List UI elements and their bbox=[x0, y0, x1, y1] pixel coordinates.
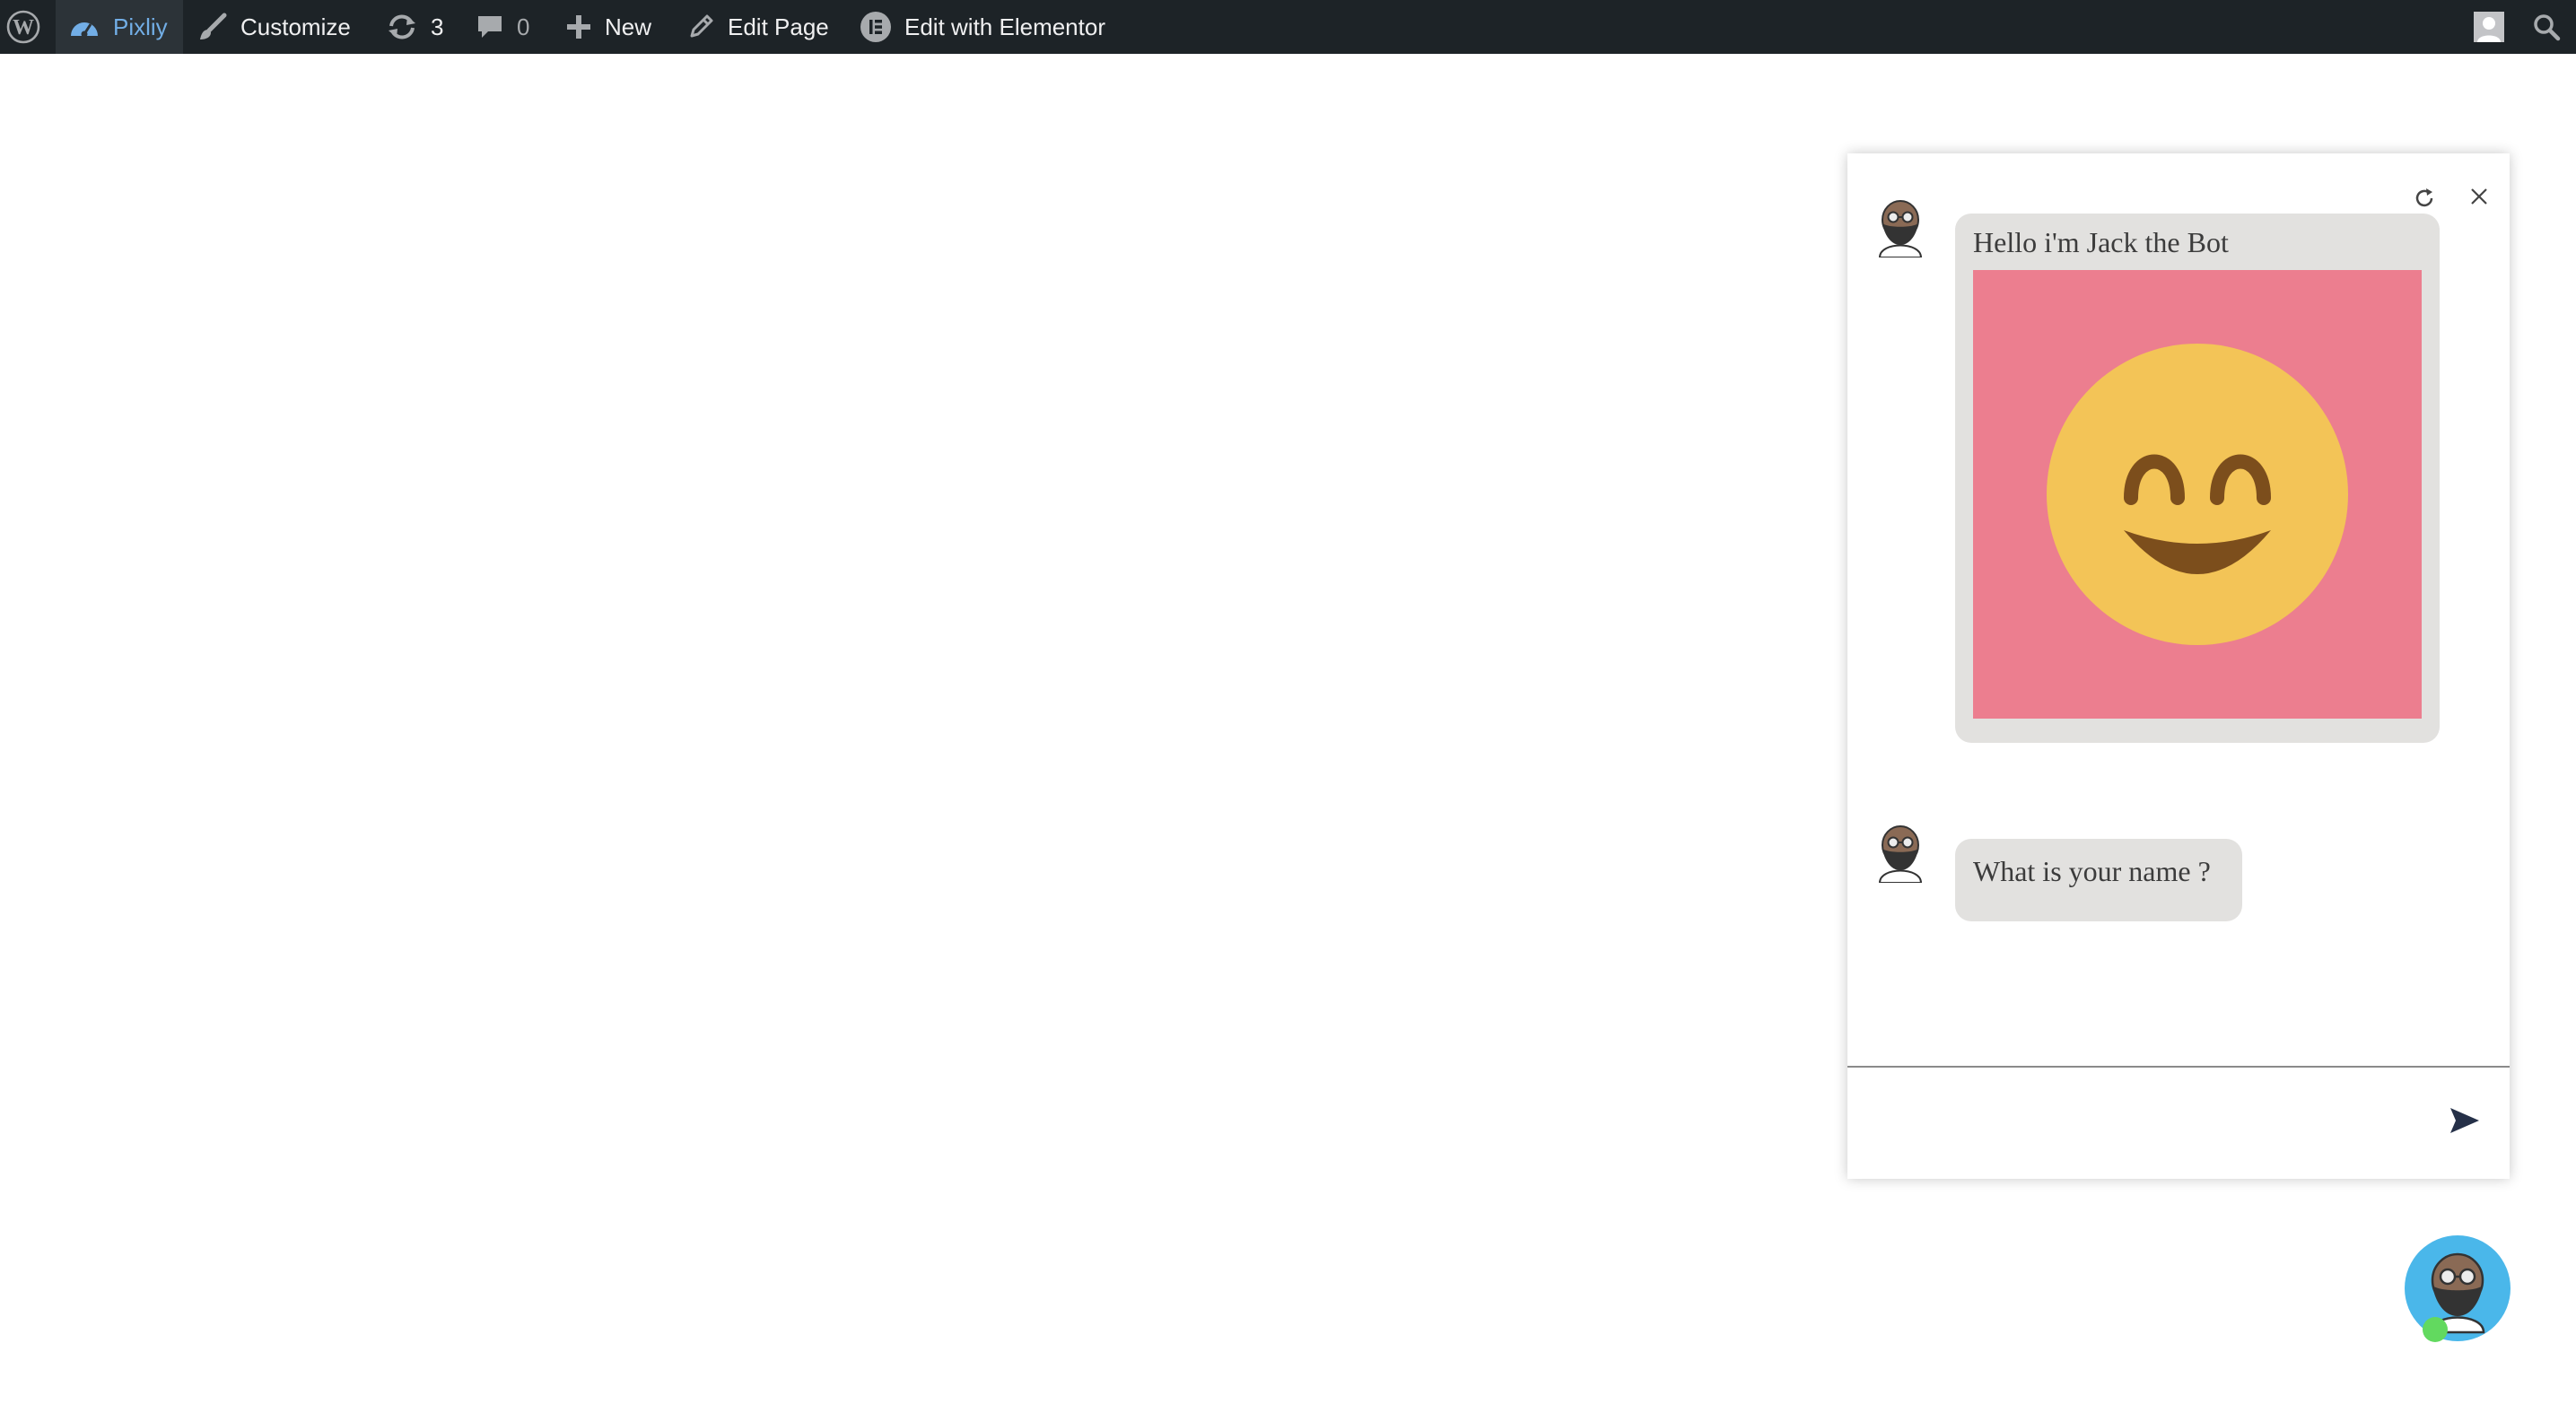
customize-label: Customize bbox=[240, 13, 351, 40]
close-chat-button[interactable] bbox=[2461, 179, 2497, 214]
admin-bar: W Pixliy Customize 3 0 New Edit Page Edi… bbox=[0, 0, 2576, 54]
send-message-button[interactable] bbox=[2440, 1095, 2490, 1146]
edit-with-elementor-link[interactable]: Edit with Elementor bbox=[860, 0, 1105, 54]
bot-avatar-icon bbox=[2430, 1252, 2485, 1334]
pencil-icon bbox=[686, 13, 715, 41]
refresh-icon bbox=[2415, 188, 2433, 207]
online-status-indicator bbox=[2423, 1317, 2448, 1342]
search-icon bbox=[2534, 14, 2561, 41]
new-label: New bbox=[605, 13, 652, 40]
site-name-link[interactable]: Pixliy bbox=[56, 0, 183, 54]
composer-divider bbox=[1847, 1066, 2510, 1068]
chat-message-input[interactable] bbox=[1856, 1072, 2434, 1174]
comment-icon bbox=[476, 13, 504, 41]
updates-icon bbox=[386, 13, 418, 41]
bot-avatar-icon bbox=[1878, 825, 1923, 883]
comments-link[interactable]: 0 bbox=[476, 0, 529, 54]
edit-page-link[interactable]: Edit Page bbox=[686, 0, 829, 54]
message-text: What is your name ? bbox=[1973, 855, 2211, 887]
updates-link[interactable]: 3 bbox=[386, 0, 443, 54]
chatbot-launcher-button[interactable] bbox=[2405, 1235, 2511, 1341]
wordpress-logo-icon: W bbox=[6, 10, 40, 44]
close-icon bbox=[2471, 188, 2487, 205]
user-avatar-icon bbox=[2474, 12, 2504, 42]
plus-icon bbox=[565, 13, 592, 40]
edit-page-label: Edit Page bbox=[728, 13, 829, 40]
message-text: Hello i'm Jack the Bot bbox=[1973, 226, 2229, 258]
send-icon bbox=[2450, 1108, 2479, 1133]
svg-text:W: W bbox=[13, 16, 34, 39]
new-content-link[interactable]: New bbox=[565, 0, 651, 54]
site-name-label: Pixliy bbox=[113, 13, 168, 40]
bot-message-bubble: Hello i'm Jack the Bot bbox=[1955, 214, 2440, 743]
smiling-face-emoji-icon bbox=[2047, 344, 2348, 645]
updates-count: 3 bbox=[431, 13, 444, 40]
elementor-icon bbox=[860, 11, 892, 43]
chatbot-window: Hello i'm Jack the Bot What is your name… bbox=[1847, 153, 2510, 1179]
customize-link[interactable]: Customize bbox=[197, 0, 351, 54]
dashboard-icon bbox=[68, 13, 100, 41]
restart-chat-button[interactable] bbox=[2406, 180, 2442, 216]
bot-avatar-icon bbox=[1878, 200, 1923, 257]
wordpress-logo-button[interactable]: W bbox=[0, 0, 47, 54]
message-image bbox=[1973, 270, 2422, 719]
my-account-menu[interactable] bbox=[2471, 0, 2507, 54]
comments-count: 0 bbox=[517, 13, 530, 40]
brush-icon bbox=[197, 12, 228, 42]
bot-message-bubble: What is your name ? bbox=[1955, 839, 2242, 921]
elementor-label: Edit with Elementor bbox=[904, 13, 1105, 40]
admin-search-button[interactable] bbox=[2528, 0, 2564, 54]
